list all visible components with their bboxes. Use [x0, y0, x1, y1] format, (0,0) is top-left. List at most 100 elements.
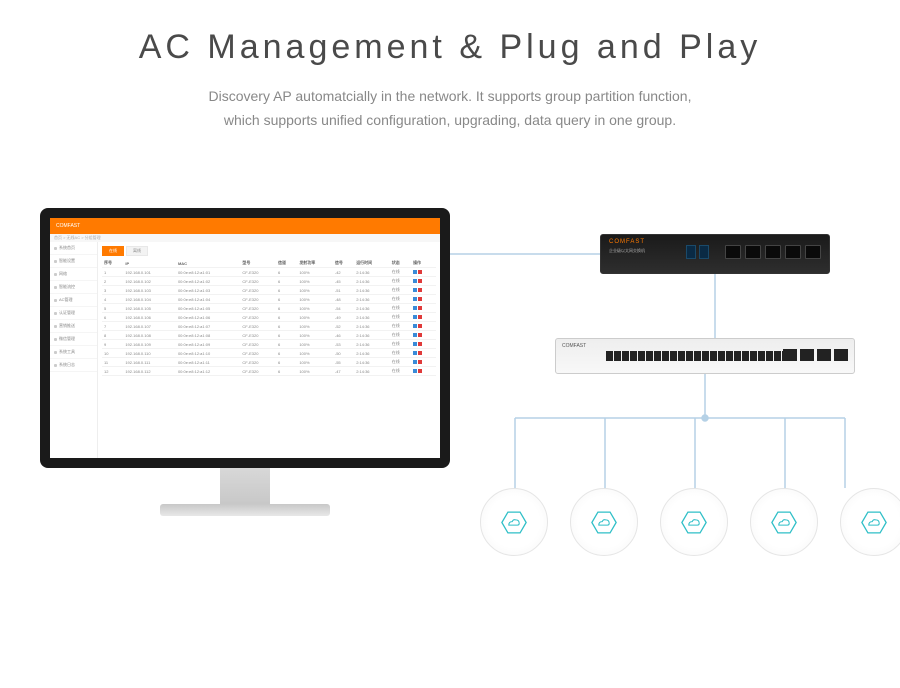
ethernet-port-icon: [630, 351, 637, 361]
ap-row: [480, 488, 900, 556]
sidebar-item[interactable]: 微信管理: [50, 333, 97, 346]
edit-icon[interactable]: [413, 297, 417, 301]
column-header: 序号: [102, 259, 123, 268]
router-ports: [725, 245, 821, 259]
table-row[interactable]: 12192.168.0.11200:0e:e8:12:a1:12CF-E3206…: [102, 367, 436, 376]
sidebar-item[interactable]: 系统首页: [50, 242, 97, 255]
bullet-icon: [54, 325, 57, 328]
router-label: 企业级以太网交换机: [609, 248, 645, 254]
uplink-port-icon: [817, 349, 831, 361]
uplink-port-icon: [783, 349, 797, 361]
ethernet-port-icon: [805, 245, 821, 259]
ethernet-port-icon: [710, 351, 717, 361]
delete-icon[interactable]: [418, 306, 422, 310]
sidebar-item-label: 智能流控: [59, 284, 75, 290]
switch-device: COMFAST: [555, 338, 855, 374]
delete-icon[interactable]: [418, 360, 422, 364]
edit-icon[interactable]: [413, 324, 417, 328]
edit-icon[interactable]: [413, 270, 417, 274]
table-row[interactable]: 5192.168.0.10500:0e:e8:12:a1:05CF-E32061…: [102, 304, 436, 313]
table-row[interactable]: 9192.168.0.10900:0e:e8:12:a1:09CF-E32061…: [102, 340, 436, 349]
table-row[interactable]: 10192.168.0.11000:0e:e8:12:a1:10CF-E3206…: [102, 349, 436, 358]
sidebar-item-label: 系统首页: [59, 245, 75, 251]
sidebar-item-label: 系统工具: [59, 349, 75, 355]
table-row[interactable]: 8192.168.0.10800:0e:e8:12:a1:08CF-E32061…: [102, 331, 436, 340]
bullet-icon: [54, 286, 57, 289]
ethernet-port-icon: [766, 351, 773, 361]
delete-icon[interactable]: [418, 315, 422, 319]
sidebar-item[interactable]: AC管理: [50, 294, 97, 307]
router-port-icon: [699, 245, 709, 259]
delete-icon[interactable]: [418, 369, 422, 373]
edit-icon[interactable]: [413, 279, 417, 283]
sidebar-item[interactable]: 营销推送: [50, 320, 97, 333]
bullet-icon: [54, 247, 57, 250]
sidebar-item-label: 营销推送: [59, 323, 75, 329]
column-header: 运行时间: [354, 259, 390, 268]
table-row[interactable]: 11192.168.0.11100:0e:e8:12:a1:11CF-E3206…: [102, 358, 436, 367]
delete-icon[interactable]: [418, 270, 422, 274]
tab[interactable]: 在线: [102, 246, 124, 256]
subtitle-line2: which supports unified configuration, up…: [224, 112, 676, 128]
table-row[interactable]: 3192.168.0.10300:0e:e8:12:a1:03CF-E32061…: [102, 286, 436, 295]
edit-icon[interactable]: [413, 315, 417, 319]
bullet-icon: [54, 338, 57, 341]
ethernet-port-icon: [702, 351, 709, 361]
page-title: AC Management & Plug and Play: [0, 28, 900, 67]
ethernet-port-icon: [622, 351, 629, 361]
ethernet-port-icon: [774, 351, 781, 361]
sidebar-item[interactable]: 智能流控: [50, 281, 97, 294]
switch-uplink-ports: [783, 349, 848, 361]
delete-icon[interactable]: [418, 279, 422, 283]
table-row[interactable]: 6192.168.0.10600:0e:e8:12:a1:06CF-E32061…: [102, 313, 436, 322]
ethernet-port-icon: [606, 351, 613, 361]
edit-icon[interactable]: [413, 351, 417, 355]
column-header: 状态: [390, 259, 411, 268]
sidebar-item[interactable]: 网络: [50, 268, 97, 281]
ethernet-port-icon: [725, 245, 741, 259]
sidebar-item-label: 网络: [59, 271, 67, 277]
router-brand: COMFAST: [609, 239, 645, 245]
edit-icon[interactable]: [413, 288, 417, 292]
ethernet-port-icon: [745, 245, 761, 259]
ethernet-port-icon: [662, 351, 669, 361]
ethernet-port-icon: [765, 245, 781, 259]
sidebar-item[interactable]: 系统工具: [50, 346, 97, 359]
delete-icon[interactable]: [418, 342, 422, 346]
app-topbar: COMFAST: [50, 218, 440, 234]
ethernet-port-icon: [694, 351, 701, 361]
sidebar-item-label: 智能设置: [59, 258, 75, 264]
ap-table: 序号IPMAC型号信道发射功率信号运行时间状态操作1192.168.0.1010…: [102, 259, 436, 376]
edit-icon[interactable]: [413, 369, 417, 373]
monitor-stand-base: [160, 504, 330, 516]
sidebar-item-label: 系统日志: [59, 362, 75, 368]
table-row[interactable]: 2192.168.0.10200:0e:e8:12:a1:02CF-E32061…: [102, 277, 436, 286]
edit-icon[interactable]: [413, 306, 417, 310]
access-point: [660, 488, 728, 556]
delete-icon[interactable]: [418, 324, 422, 328]
switch-ports: [606, 351, 797, 361]
ethernet-port-icon: [785, 245, 801, 259]
delete-icon[interactable]: [418, 288, 422, 292]
sidebar-item[interactable]: 智能设置: [50, 255, 97, 268]
edit-icon[interactable]: [413, 360, 417, 364]
sidebar-item[interactable]: 认证管理: [50, 307, 97, 320]
column-header: 型号: [240, 259, 276, 268]
table-row[interactable]: 7192.168.0.10700:0e:e8:12:a1:07CF-E32061…: [102, 322, 436, 331]
delete-icon[interactable]: [418, 297, 422, 301]
ethernet-port-icon: [718, 351, 725, 361]
table-row[interactable]: 1192.168.0.10100:0e:e8:12:a1:01CF-E32061…: [102, 268, 436, 277]
ethernet-port-icon: [734, 351, 741, 361]
tab[interactable]: 离线: [126, 246, 148, 256]
ethernet-port-icon: [726, 351, 733, 361]
edit-icon[interactable]: [413, 333, 417, 337]
tab-bar: 在线离线: [102, 246, 436, 256]
ethernet-port-icon: [654, 351, 661, 361]
edit-icon[interactable]: [413, 342, 417, 346]
delete-icon[interactable]: [418, 351, 422, 355]
column-header: 发射功率: [297, 259, 333, 268]
sidebar-item[interactable]: 系统日志: [50, 359, 97, 372]
table-row[interactable]: 4192.168.0.10400:0e:e8:12:a1:04CF-E32061…: [102, 295, 436, 304]
delete-icon[interactable]: [418, 333, 422, 337]
ethernet-port-icon: [686, 351, 693, 361]
